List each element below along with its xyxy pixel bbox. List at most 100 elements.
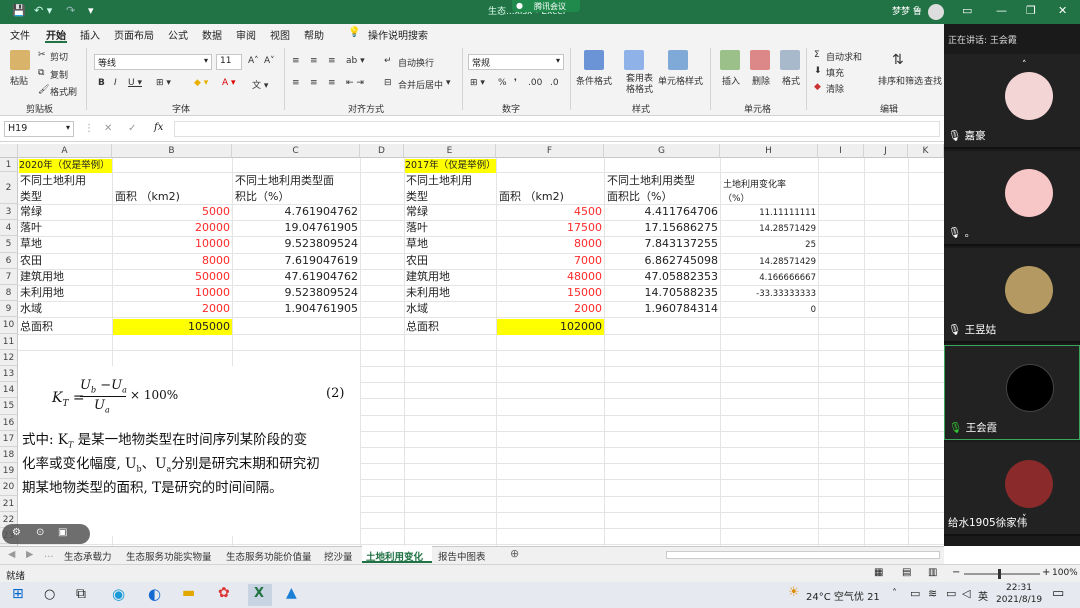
conditional-format-icon[interactable] [584, 50, 604, 70]
row-header[interactable]: 12 [0, 349, 18, 366]
clock-date[interactable]: 2021/8/19 [996, 595, 1042, 605]
edge-icon[interactable]: ◉ [112, 585, 125, 603]
header-ratio[interactable]: 面积比（%） [607, 190, 672, 204]
ratio-cell[interactable]: 4.761904762 [232, 205, 358, 219]
page-layout-icon[interactable]: ▤ [902, 567, 911, 578]
total-label[interactable]: 总面积 [20, 320, 53, 334]
font-name-select[interactable]: 等线 ▾ [94, 54, 212, 70]
table-format-button[interactable]: 套用表格格式 [626, 74, 656, 96]
land-type-cell[interactable]: 水域 [406, 302, 428, 316]
fill-icon[interactable]: ⬇ [814, 66, 822, 76]
row-header[interactable]: 11 [0, 333, 18, 350]
change-rate-cell[interactable]: 11.11111111 [720, 206, 816, 220]
paste-button[interactable]: 粘贴 [10, 74, 28, 87]
windows-start-icon[interactable]: ⊞ [12, 586, 24, 602]
change-rate-cell[interactable]: 14.28571429 [720, 255, 816, 269]
sheet-tab[interactable]: 生态服务功能价值量 [226, 549, 312, 563]
active-sheet-tab[interactable]: 土地利用变化 [362, 546, 432, 563]
table-format-icon[interactable] [624, 50, 644, 70]
ratio-cell[interactable]: 1.904761905 [232, 302, 358, 316]
font-color-icon[interactable]: A ▾ [222, 78, 236, 88]
row-header[interactable]: 2 [0, 172, 18, 204]
battery-icon[interactable]: ▭ [946, 587, 956, 600]
column-header[interactable]: I [818, 144, 864, 158]
header-area[interactable]: 面积 （km2) [115, 190, 180, 204]
photos-icon[interactable]: ▲ [286, 585, 297, 601]
cell-style-button[interactable]: 单元格样式 [658, 74, 703, 87]
align-left-icon[interactable]: ≡ [292, 78, 300, 88]
area-cell[interactable]: 8000 [496, 237, 602, 251]
enter-icon[interactable]: ✓ [128, 123, 136, 134]
chevron-down-icon[interactable]: ▾ [446, 78, 451, 88]
next-sheet-icon[interactable]: ▶ [26, 549, 33, 560]
header-change[interactable]: 土地利用变化率 [723, 178, 786, 192]
notification-icon[interactable]: ▭ [1052, 586, 1064, 601]
column-header[interactable]: A [18, 144, 112, 158]
zoom-in-icon[interactable]: + [1042, 567, 1050, 578]
land-type-cell[interactable]: 草地 [406, 237, 428, 251]
row-header[interactable]: 10 [0, 317, 18, 334]
participant-tile[interactable]: 🎙 王昱姑 [944, 248, 1080, 343]
wrap-text-icon[interactable]: ↵ [384, 56, 392, 66]
menu-insert[interactable]: 插入 [80, 27, 100, 42]
row-header[interactable]: 14 [0, 382, 18, 399]
sheet-tab[interactable]: 挖沙量 [324, 549, 353, 563]
menu-home[interactable]: 开始 [46, 27, 66, 42]
conditional-format-button[interactable]: 条件格式 [576, 74, 612, 87]
minimize-icon[interactable]: — [996, 4, 1007, 17]
participant-tile[interactable]: ˅ 给水1905徐家伟 [944, 442, 1080, 536]
more-sheets-icon[interactable]: … [44, 549, 54, 560]
format-painter-button[interactable]: 格式刷 [50, 85, 77, 98]
increase-decimal-icon[interactable]: .00 [528, 78, 542, 88]
spreadsheet-grid[interactable]: A B C D E F G H I J K 1 2 3 4 5 6 7 8 9 10 11 12 13 1… [0, 144, 944, 546]
column-header[interactable]: G [604, 144, 720, 158]
search-icon[interactable]: ○ [44, 587, 55, 602]
insert-cells-button[interactable]: 插入 [722, 74, 740, 87]
area-cell[interactable]: 17500 [496, 221, 602, 235]
area-cell[interactable]: 2000 [496, 302, 602, 316]
menu-page-layout[interactable]: 页面布局 [114, 27, 154, 42]
land-type-cell[interactable]: 农田 [406, 254, 428, 268]
customize-toolbar-icon[interactable]: ▾ [88, 4, 94, 17]
number-format-select[interactable]: 常规 ▾ [468, 54, 564, 70]
clear-icon[interactable]: ◆ [814, 82, 821, 92]
total-value[interactable]: 105000 [113, 319, 232, 335]
column-header[interactable]: D [360, 144, 404, 158]
more-icon[interactable]: ⋮ [84, 123, 94, 134]
area-cell[interactable]: 48000 [496, 270, 602, 284]
row-header[interactable]: 15 [0, 398, 18, 415]
header-type[interactable]: 不同土地利用 [20, 174, 86, 188]
show-hidden-icon[interactable]: ˄ [892, 588, 897, 599]
page-break-icon[interactable]: ▥ [928, 567, 937, 578]
participant-tile[interactable]: ˄ 🎙 嘉豪 [944, 54, 1080, 149]
row-header[interactable]: 8 [0, 285, 18, 302]
format-painter-icon[interactable]: 🖌 [38, 85, 49, 95]
browser-icon[interactable]: ◐ [148, 585, 161, 603]
delete-cells-button[interactable]: 删除 [752, 74, 770, 87]
increase-font-icon[interactable]: A˄ [248, 56, 259, 66]
header-area[interactable]: 面积 （km2) [499, 190, 564, 204]
undo-icon[interactable]: ↶ ▾ [34, 4, 52, 17]
autosum-icon[interactable]: Σ [814, 50, 820, 60]
zoom-slider[interactable] [964, 573, 1040, 575]
sheet-tab[interactable]: 生态承载力 [64, 549, 112, 563]
indent-icon[interactable]: ⇤ ⇥ [346, 78, 364, 88]
excel-taskbar-button[interactable]: X [248, 584, 272, 606]
sort-filter-button[interactable]: 排序和筛选 [878, 74, 923, 87]
format-cells-button[interactable]: 格式 [782, 74, 800, 87]
participant-tile[interactable]: 🎙 。 [944, 151, 1080, 246]
align-top-icon[interactable]: ≡ [292, 56, 300, 66]
horizontal-scrollbar[interactable] [666, 551, 940, 559]
column-header[interactable]: H [720, 144, 818, 158]
camera-icon[interactable]: ⊙ [36, 527, 44, 538]
bold-button[interactable]: B [98, 78, 105, 88]
merge-center-button[interactable]: 合并后居中 [398, 78, 443, 91]
paste-icon[interactable] [10, 50, 30, 70]
decrease-decimal-icon[interactable]: .0 [550, 78, 559, 88]
change-rate-cell[interactable]: 4.166666667 [720, 271, 816, 285]
area-cell[interactable]: 10000 [112, 286, 230, 300]
clear-button[interactable]: 清除 [826, 82, 844, 95]
row-header[interactable]: 16 [0, 414, 18, 431]
header-ratio[interactable]: 积比（%） [235, 190, 289, 204]
row-header[interactable]: 20 [0, 479, 18, 496]
